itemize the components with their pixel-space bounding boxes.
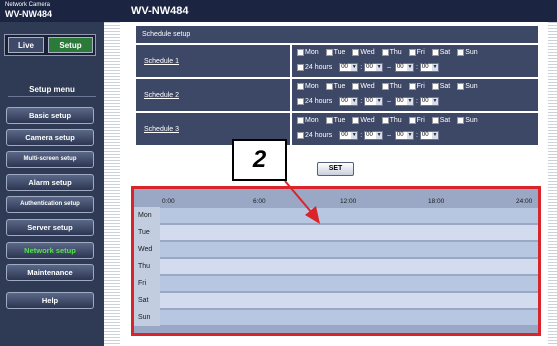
step-callout: 2 [232,139,287,181]
step-number: 2 [252,146,267,173]
